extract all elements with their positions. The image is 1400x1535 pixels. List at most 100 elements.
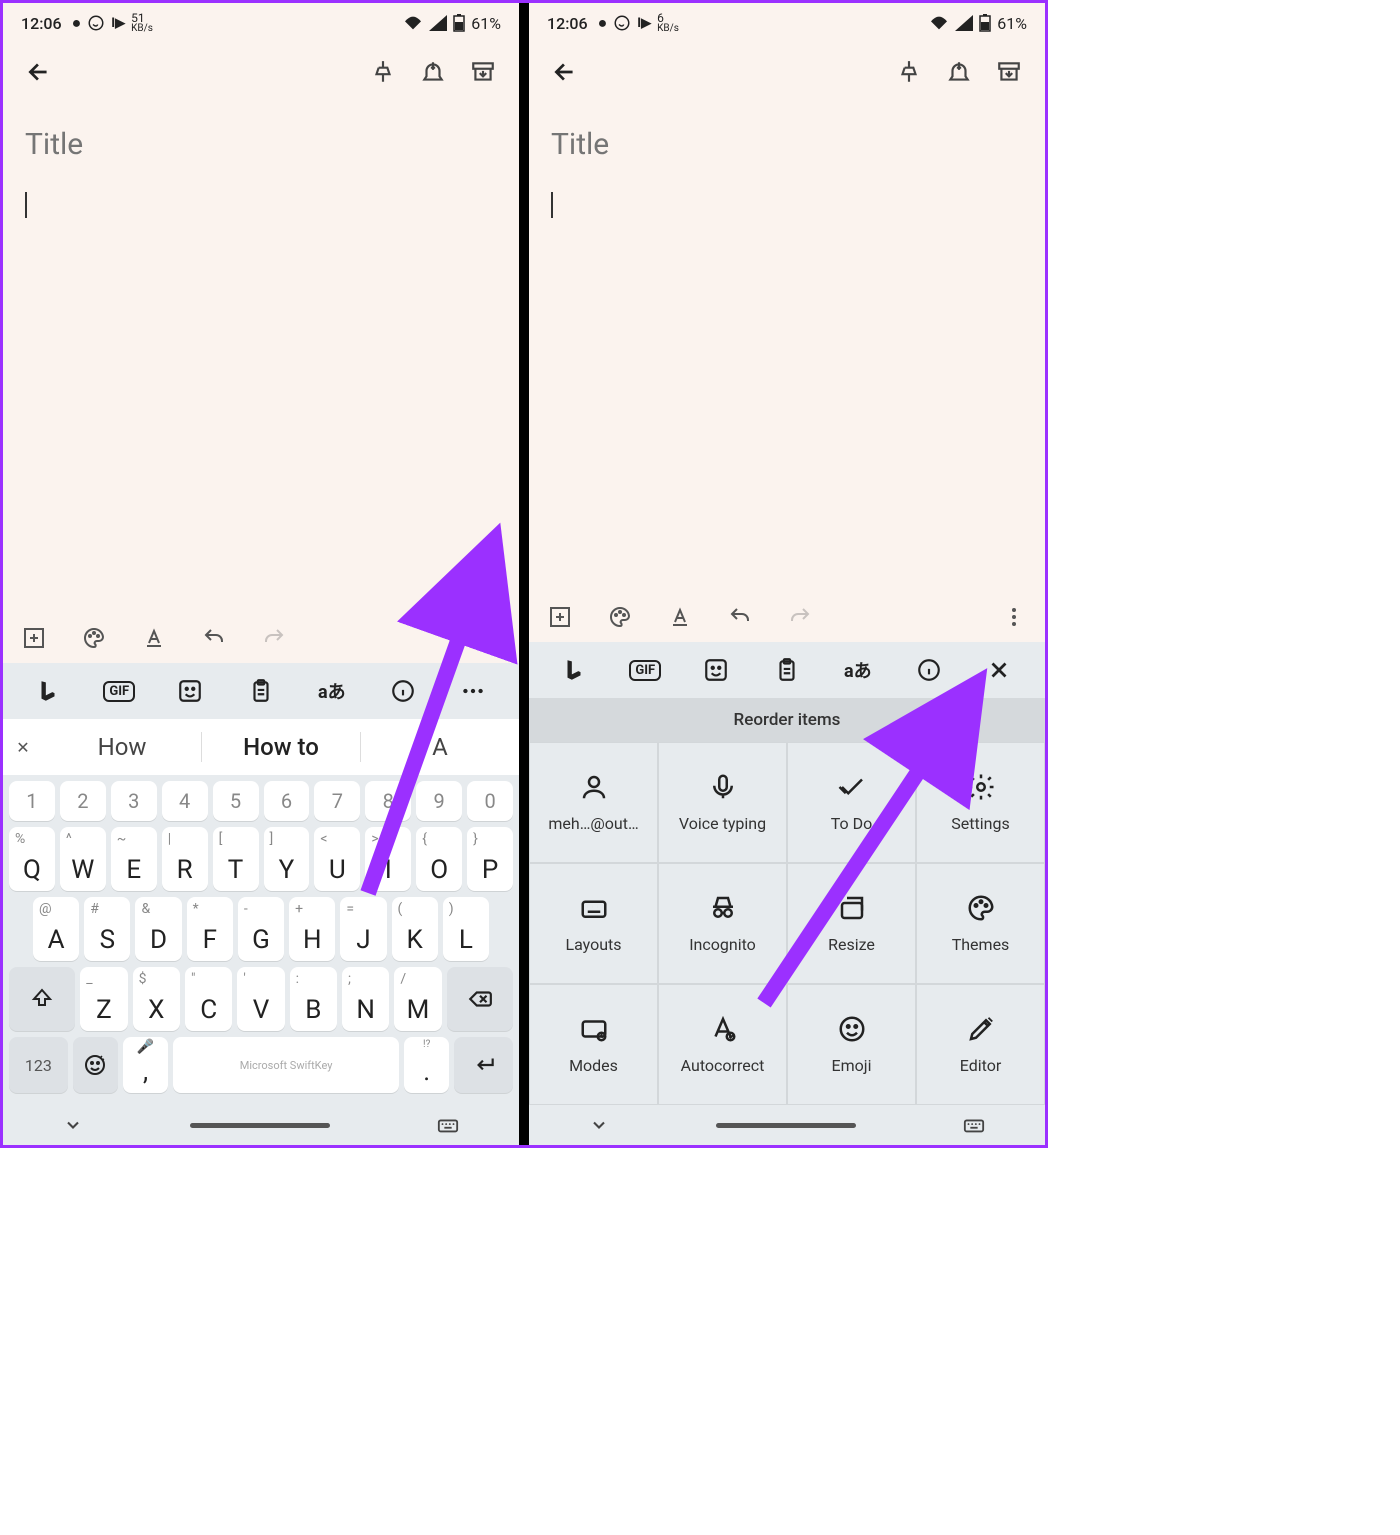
- period-key[interactable]: !?.: [404, 1037, 449, 1093]
- key-V[interactable]: 'V: [237, 967, 284, 1031]
- enter-key[interactable]: [454, 1037, 513, 1093]
- sticker-button[interactable]: [170, 671, 210, 711]
- key-7[interactable]: 7: [314, 781, 360, 821]
- suggestion-1[interactable]: How: [43, 733, 201, 761]
- redo-button[interactable]: [785, 602, 815, 632]
- key-8[interactable]: 8: [365, 781, 411, 821]
- suggestion-2[interactable]: How to: [202, 733, 360, 761]
- key-N[interactable]: ;N: [342, 967, 389, 1031]
- toolbar-item-resize[interactable]: Resize: [787, 863, 916, 984]
- add-button[interactable]: [19, 623, 49, 653]
- key-Y[interactable]: ]Y: [264, 827, 310, 891]
- gif-button[interactable]: GIF: [625, 650, 665, 690]
- key-O[interactable]: {O: [416, 827, 462, 891]
- bing-icon[interactable]: [28, 671, 68, 711]
- note-editor[interactable]: [529, 101, 1045, 592]
- archive-button[interactable]: [463, 52, 503, 92]
- translate-button[interactable]: aあ: [838, 650, 878, 690]
- toolbar-item-palette[interactable]: Themes: [916, 863, 1045, 984]
- archive-button[interactable]: [989, 52, 1029, 92]
- reminder-button[interactable]: [939, 52, 979, 92]
- undo-button[interactable]: [725, 602, 755, 632]
- toolbar-item-incognito[interactable]: Incognito: [658, 863, 787, 984]
- key-W[interactable]: ^W: [60, 827, 106, 891]
- reminder-button[interactable]: [413, 52, 453, 92]
- pin-button[interactable]: [363, 52, 403, 92]
- key-D[interactable]: &D: [135, 897, 181, 961]
- key-6[interactable]: 6: [264, 781, 310, 821]
- key-A[interactable]: @A: [33, 897, 79, 961]
- nav-pill[interactable]: [716, 1123, 856, 1128]
- key-E[interactable]: ~E: [111, 827, 157, 891]
- backspace-key[interactable]: [447, 967, 513, 1031]
- palette-button[interactable]: [79, 623, 109, 653]
- info-button[interactable]: [383, 671, 423, 711]
- redo-button[interactable]: [259, 623, 289, 653]
- key-B[interactable]: :B: [290, 967, 337, 1031]
- note-editor[interactable]: [3, 101, 519, 613]
- note-body[interactable]: [25, 192, 497, 222]
- toolbar-item-modes[interactable]: Modes: [529, 984, 658, 1105]
- toolbar-item-pen[interactable]: Editor: [916, 984, 1045, 1105]
- emoji-key[interactable]: [73, 1037, 118, 1093]
- undo-button[interactable]: [199, 623, 229, 653]
- back-button[interactable]: [19, 52, 59, 92]
- shift-key[interactable]: [9, 967, 75, 1031]
- toolbar-item-account[interactable]: meh…@out…: [529, 742, 658, 863]
- text-format-button[interactable]: [139, 623, 169, 653]
- add-button[interactable]: [545, 602, 575, 632]
- key-2[interactable]: 2: [60, 781, 106, 821]
- toolbar-item-gear[interactable]: Settings: [916, 742, 1045, 863]
- nav-pill[interactable]: [190, 1123, 330, 1128]
- key-4[interactable]: 4: [162, 781, 208, 821]
- key-5[interactable]: 5: [213, 781, 259, 821]
- key-9[interactable]: 9: [416, 781, 462, 821]
- key-F[interactable]: *F: [187, 897, 233, 961]
- pin-button[interactable]: [889, 52, 929, 92]
- key-P[interactable]: }P: [467, 827, 513, 891]
- more-button[interactable]: [999, 602, 1029, 632]
- space-key[interactable]: Microsoft SwiftKey: [173, 1037, 399, 1093]
- title-input[interactable]: [25, 127, 497, 162]
- key-0[interactable]: 0: [467, 781, 513, 821]
- nav-down-icon[interactable]: [63, 1115, 83, 1135]
- bing-icon[interactable]: [554, 650, 594, 690]
- key-C[interactable]: "C: [185, 967, 232, 1031]
- key-X[interactable]: $X: [133, 967, 180, 1031]
- key-3[interactable]: 3: [111, 781, 157, 821]
- more-button[interactable]: [473, 623, 503, 653]
- suggestion-3[interactable]: A: [361, 733, 519, 761]
- numeric-key[interactable]: 123: [9, 1037, 68, 1093]
- key-M[interactable]: /M: [394, 967, 441, 1031]
- key-Z[interactable]: _Z: [80, 967, 127, 1031]
- translate-button[interactable]: aあ: [312, 671, 352, 711]
- key-U[interactable]: <U: [314, 827, 360, 891]
- key-L[interactable]: )L: [443, 897, 489, 961]
- dismiss-suggestions[interactable]: ✕: [3, 738, 43, 757]
- palette-button[interactable]: [605, 602, 635, 632]
- key-S[interactable]: #S: [84, 897, 130, 961]
- key-T[interactable]: [T: [213, 827, 259, 891]
- info-button[interactable]: [909, 650, 949, 690]
- toolbar-item-check[interactable]: To Do: [787, 742, 916, 863]
- toolbar-item-mic[interactable]: Voice typing: [658, 742, 787, 863]
- more-toolbar-button[interactable]: [453, 671, 493, 711]
- key-G[interactable]: -G: [238, 897, 284, 961]
- key-R[interactable]: |R: [162, 827, 208, 891]
- nav-down-icon[interactable]: [589, 1115, 609, 1135]
- toolbar-item-emoji[interactable]: Emoji: [787, 984, 916, 1105]
- key-1[interactable]: 1: [9, 781, 55, 821]
- toolbar-item-autocorrect[interactable]: Autocorrect: [658, 984, 787, 1105]
- comma-key[interactable]: 🎤,: [123, 1037, 168, 1093]
- title-input[interactable]: [551, 127, 1023, 162]
- key-K[interactable]: (K: [392, 897, 438, 961]
- gif-button[interactable]: GIF: [99, 671, 139, 711]
- sticker-button[interactable]: [696, 650, 736, 690]
- clipboard-button[interactable]: [241, 671, 281, 711]
- back-button[interactable]: [545, 52, 585, 92]
- key-Q[interactable]: %Q: [9, 827, 55, 891]
- keyboard-switch-icon[interactable]: [963, 1114, 985, 1136]
- close-panel-button[interactable]: [979, 650, 1019, 690]
- clipboard-button[interactable]: [767, 650, 807, 690]
- key-I[interactable]: >I: [365, 827, 411, 891]
